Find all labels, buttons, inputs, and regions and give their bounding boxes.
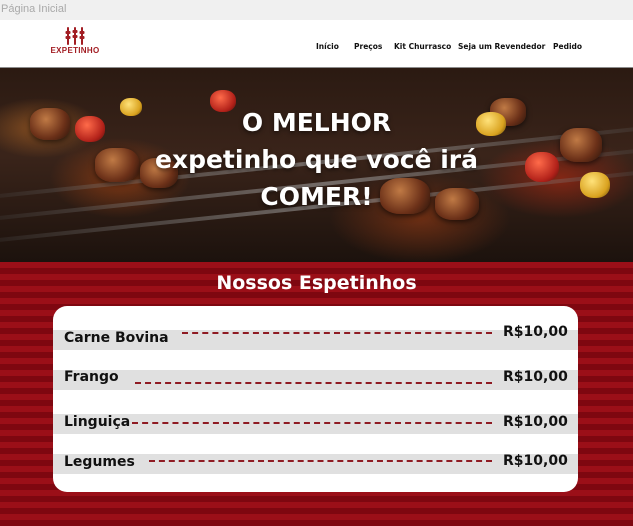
menu-item-name: Frango (64, 369, 119, 385)
dotted-leader (182, 332, 492, 334)
nav-link-inicio[interactable]: Início (316, 42, 339, 51)
hero-line-2: expetinho que você irá (155, 145, 478, 174)
menu-row-stripe (53, 414, 578, 434)
hero-headline: O MELHOR expetinho que você irá COMER! (0, 104, 633, 215)
top-navigation-bar: EXPETINHO Início Preços Kit Churrasco Se… (0, 20, 633, 68)
menu-item-name: Linguiça (64, 414, 131, 430)
menu-section: Nossos Espetinhos Carne Bovina R$10,00 F… (0, 262, 633, 526)
hero-line-1: O MELHOR (241, 108, 392, 137)
menu-item-price: R$10,00 (503, 414, 568, 430)
nav-link-kit-churrasco[interactable]: Kit Churrasco (394, 42, 451, 51)
skewers-icon (65, 27, 85, 45)
section-title: Nossos Espetinhos (216, 272, 417, 294)
menu-item-name: Carne Bovina (64, 330, 169, 346)
dotted-leader (149, 460, 492, 462)
brand-logo[interactable]: EXPETINHO (50, 27, 100, 63)
menu-item-price: R$10,00 (503, 453, 568, 469)
hero-line-3: COMER! (260, 182, 373, 211)
menu-item-price: R$10,00 (503, 369, 568, 385)
menu-item-price: R$10,00 (503, 324, 568, 340)
menu-card: Carne Bovina R$10,00 Frango R$10,00 Ling… (53, 306, 578, 492)
hero-banner: O MELHOR expetinho que você irá COMER! (0, 68, 633, 262)
nav-link-seja-revendedor[interactable]: Seja um Revendedor (458, 42, 545, 51)
brand-name: EXPETINHO (50, 46, 100, 55)
dotted-leader (135, 382, 492, 384)
nav-link-precos[interactable]: Preços (354, 42, 382, 51)
nav-link-pedido[interactable]: Pedido (553, 42, 582, 51)
dotted-leader (132, 422, 492, 424)
menu-row-stripe (53, 370, 578, 390)
browser-tab-title: Página Inicial (0, 0, 633, 20)
menu-item-name: Legumes (64, 454, 135, 470)
